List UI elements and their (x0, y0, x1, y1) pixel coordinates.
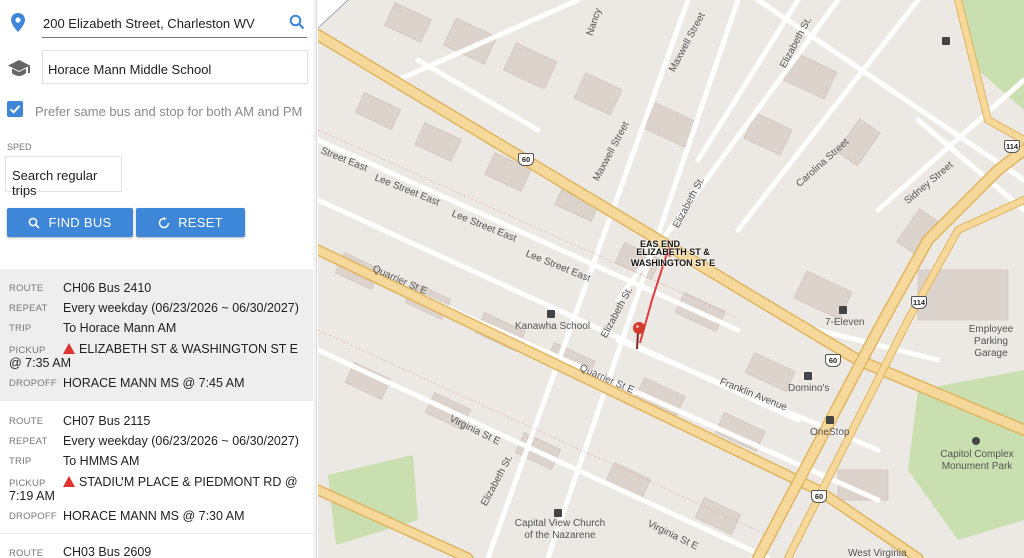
poi-label-capital-view: Capital View Church of the Nazarene (514, 518, 606, 541)
dropoff-label: DROPOFF (9, 378, 57, 389)
reset-label: RESET (178, 215, 223, 230)
scrollbar[interactable] (313, 0, 316, 558)
route-value: CH07 Bus 2115 (63, 414, 151, 428)
trip-label: TRIP (9, 323, 32, 334)
address-input[interactable] (42, 10, 307, 38)
trip-value: To Horace Mann AM (63, 321, 177, 335)
poi-label-kanawha: Kanawha School (515, 321, 591, 332)
repeat-value: Every weekday (06/23/2026 ~ 06/30/2027) (63, 434, 299, 448)
location-pin-icon (8, 12, 28, 32)
trip-card[interactable]: ROUTE CH06 Bus 2410 REPEAT Every weekday… (0, 269, 316, 401)
route-shield-60: 60 (811, 490, 827, 503)
route-label: ROUTE (9, 416, 44, 427)
find-bus-label: FIND BUS (48, 215, 112, 230)
trip-label: TRIP (9, 456, 32, 467)
school-field[interactable]: Horace Mann Middle School (42, 50, 308, 84)
repeat-label: REPEAT (9, 436, 48, 447)
pickup-text: STADIUM PLACE & PIEDMONT RD @ 7:19 AM (9, 475, 298, 503)
route-value: CH06 Bus 2410 (63, 281, 152, 295)
map-canvas[interactable] (318, 0, 1024, 558)
trip-value: To HMMS AM (63, 454, 140, 468)
warning-icon (63, 476, 124, 491)
route-label: ROUTE (9, 283, 44, 294)
warning-icon (63, 343, 124, 358)
repeat-label: REPEAT (9, 303, 48, 314)
route-shield-114: 114 (1004, 140, 1020, 153)
church-poi-icon (554, 509, 562, 517)
find-bus-button[interactable]: FIND BUS (7, 208, 133, 237)
poi-label-west-virginia: West Virginia (848, 548, 907, 558)
poi-label-capitol-complex: Capitol Complex Monument Park (940, 449, 1014, 472)
sped-label: SPED (7, 142, 32, 152)
search-icon (29, 217, 41, 229)
dropoff-value: HORACE MANN MS @ 7:45 AM (63, 376, 245, 390)
store-poi-icon (826, 416, 834, 424)
school-icon (7, 58, 31, 78)
trip-card[interactable]: ROUTE CH07 Bus 2115 REPEAT Every weekday… (0, 401, 316, 533)
school-poi-icon (547, 310, 555, 318)
route-shield-114: 114 (911, 296, 927, 309)
dropoff-label: DROPOFF (9, 511, 57, 522)
bus-poi-icon (942, 37, 950, 45)
poi-label-employee-parking: Employee Parking Garage (968, 324, 1014, 359)
search-icon[interactable] (289, 14, 305, 30)
monument-poi-icon (972, 437, 980, 445)
search-panel: Horace Mann Middle School Prefer same bu… (0, 0, 317, 558)
trip-card[interactable]: ROUTE CH03 Bus 2609 (0, 533, 316, 558)
store-poi-icon (839, 306, 847, 314)
reset-icon (158, 216, 170, 228)
route-shield-60: 60 (518, 153, 534, 166)
stop-label: ELIZABETH ST & WASHINGTON ST E (630, 247, 716, 268)
route-shield-60: 60 (825, 354, 841, 367)
pickup-text: ELIZABETH ST & WASHINGTON ST E @ 7:35 AM (9, 342, 299, 370)
route-value: CH03 Bus 2609 (63, 545, 152, 558)
pickup-value: ELIZABETH ST & WASHINGTON ST E @ 7:35 AM (9, 342, 309, 370)
prefer-same-label: Prefer same bus and stop for both AM and… (35, 104, 303, 119)
poi-label-onestop: OneStop (810, 427, 850, 438)
route-label: ROUTE (9, 548, 44, 558)
pickup-value: STADIUM PLACE & PIEDMONT RD @ 7:19 AM (9, 475, 309, 503)
sped-select[interactable]: Search regular trips (5, 156, 122, 198)
prefer-same-checkbox[interactable] (7, 101, 23, 117)
reset-button[interactable]: RESET (136, 208, 245, 237)
repeat-value: Every weekday (06/23/2026 ~ 06/30/2027) (63, 301, 299, 315)
dropoff-value: HORACE MANN MS @ 7:30 AM (63, 509, 245, 523)
checkmark-icon (9, 105, 21, 114)
poi-label-dominos: Domino's (788, 383, 830, 394)
map-view[interactable]: EAS END ELIZABETH ST & WASHINGTON ST E N… (318, 0, 1024, 558)
poi-label-7-eleven: 7-Eleven (825, 317, 865, 328)
restaurant-poi-icon (804, 372, 812, 380)
